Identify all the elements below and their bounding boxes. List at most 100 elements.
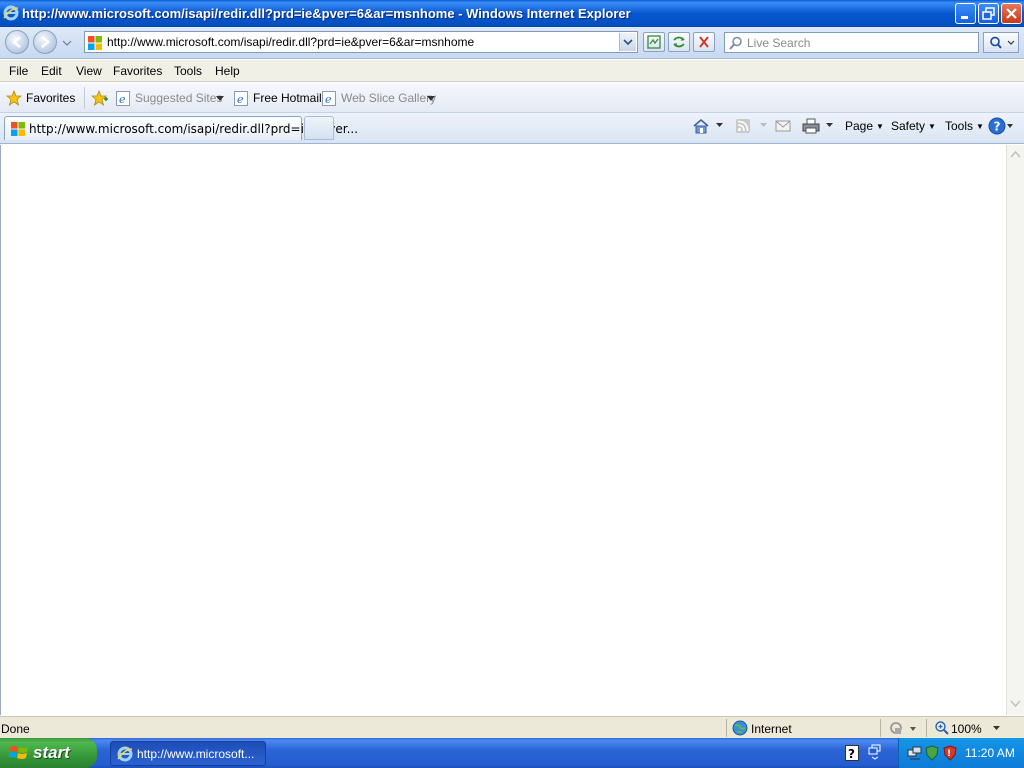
svg-text:!: ! [947, 749, 951, 759]
shield-tray-icon[interactable] [925, 745, 939, 761]
safety-menu-label: Safety [891, 119, 926, 133]
forward-button[interactable] [33, 30, 57, 54]
add-favorites-icon[interactable] [91, 90, 109, 106]
svg-text:?: ? [994, 120, 1001, 134]
back-button[interactable] [5, 30, 29, 54]
free-hotmail-link[interactable]: Free Hotmail [253, 91, 322, 105]
system-tray: ! 11:20 AM [898, 738, 1024, 768]
zoom-icon[interactable] [934, 720, 950, 736]
menu-edit[interactable]: Edit [41, 64, 62, 78]
address-bar[interactable]: http://www.microsoft.com/isapi/redir.dll… [84, 31, 638, 53]
msn-favicon [11, 122, 25, 136]
tools-menu-label: Tools [945, 119, 974, 133]
suggested-sites-link[interactable]: Suggested Sites [135, 91, 222, 105]
chevron-down-icon[interactable] [716, 123, 724, 129]
tools-menu[interactable]: Tools ▼ [945, 119, 984, 133]
search-button[interactable] [983, 32, 1019, 53]
print-icon[interactable] [802, 118, 820, 134]
read-mail-icon[interactable] [775, 119, 791, 133]
menu-view[interactable]: View [76, 64, 102, 78]
window-title-bar[interactable]: http://www.microsoft.com/isapi/redir.dll… [0, 0, 1024, 27]
status-divider [926, 719, 927, 737]
status-divider [880, 719, 881, 737]
compatibility-icon [647, 35, 661, 49]
scroll-down-icon[interactable] [1009, 695, 1022, 711]
restore-taskbar-icon[interactable] [868, 744, 882, 760]
chevron-down-icon[interactable] [760, 123, 768, 129]
window-title: http://www.microsoft.com/isapi/redir.dll… [22, 6, 631, 21]
menu-tools[interactable]: Tools [174, 64, 202, 78]
chevron-down-icon[interactable] [427, 96, 435, 102]
status-bar: Done Internet 100% [0, 716, 1024, 738]
chevron-down-icon: ▼ [976, 122, 984, 131]
start-button[interactable]: start [0, 738, 97, 768]
zoom-level[interactable]: 100% [951, 722, 982, 736]
search-icon [729, 36, 742, 50]
protected-mode-icon[interactable] [889, 720, 919, 736]
help-icon[interactable]: ? [988, 117, 1016, 135]
search-icon [990, 36, 1015, 49]
menu-favorites[interactable]: Favorites [113, 64, 162, 78]
security-zone[interactable]: Internet [751, 722, 792, 736]
taskbar-item-label: http://www.microsoft... [137, 747, 255, 761]
chevron-down-icon: ▼ [876, 122, 884, 131]
chevron-down-icon [623, 39, 633, 46]
security-alert-tray-icon[interactable]: ! [943, 745, 957, 761]
minimize-button[interactable] [955, 3, 976, 24]
stop-button[interactable] [693, 32, 715, 52]
search-input[interactable]: Live Search [724, 32, 979, 53]
network-tray-icon[interactable] [907, 745, 923, 761]
ie-icon [3, 5, 19, 21]
page-content[interactable] [0, 145, 1007, 715]
menu-file[interactable]: File [9, 64, 28, 78]
status-text: Done [1, 722, 30, 736]
favorites-bar: Favorites e Suggested Sites e Free Hotma… [0, 83, 1024, 113]
minimize-icon [961, 16, 968, 19]
favorites-star-icon [6, 90, 22, 106]
refresh-icon [673, 36, 685, 48]
back-icon [11, 36, 21, 48]
menu-bar: File Edit View Favorites Tools Help [0, 60, 1024, 82]
safety-menu[interactable]: Safety ▼ [891, 119, 936, 133]
rss-icon[interactable] [735, 118, 751, 134]
clock[interactable]: 11:20 AM [965, 746, 1015, 760]
restore-icon [982, 7, 995, 20]
close-button[interactable] [1001, 3, 1022, 24]
favorites-button[interactable]: Favorites [4, 87, 80, 109]
recent-pages-dropdown-icon[interactable] [62, 39, 72, 47]
page-menu-label: Page [845, 119, 874, 133]
windows-logo-icon [9, 746, 28, 759]
chevron-down-icon: ▼ [928, 122, 936, 131]
home-icon[interactable] [692, 118, 710, 134]
favorites-separator [84, 87, 85, 109]
page-menu[interactable]: Page ▼ [845, 119, 884, 133]
svg-text:e: e [237, 93, 244, 106]
forward-icon [41, 36, 51, 48]
chevron-down-icon[interactable] [216, 96, 224, 102]
chevron-down-icon[interactable] [993, 726, 1001, 732]
restore-button[interactable] [978, 3, 999, 24]
chevron-down-icon[interactable] [826, 123, 834, 129]
refresh-button[interactable] [668, 32, 690, 52]
msn-favicon [88, 36, 102, 50]
ie-page-icon: e [234, 91, 248, 106]
menu-help[interactable]: Help [215, 64, 240, 78]
vertical-scrollbar[interactable] [1006, 145, 1024, 715]
ie-page-icon: e [322, 91, 336, 106]
start-label: start [33, 743, 70, 762]
web-slice-gallery-link[interactable]: Web Slice Gallery [341, 91, 436, 105]
address-dropdown-button[interactable] [619, 33, 636, 51]
svg-text:e: e [119, 93, 126, 106]
help-tray-icon[interactable]: ? [845, 745, 859, 761]
stop-icon [699, 36, 709, 48]
compatibility-view-button[interactable] [643, 32, 665, 52]
address-url[interactable]: http://www.microsoft.com/isapi/redir.dll… [107, 35, 474, 49]
favorites-label: Favorites [26, 91, 76, 105]
scroll-up-icon[interactable] [1009, 147, 1022, 163]
taskbar-ie-window[interactable]: http://www.microsoft... [110, 741, 266, 766]
tab-active[interactable]: http://www.microsoft.com/isapi/redir.dll… [4, 116, 358, 140]
new-tab-button[interactable] [304, 116, 334, 140]
globe-icon [732, 720, 748, 736]
svg-text:e: e [325, 93, 332, 106]
svg-text:?: ? [848, 747, 855, 761]
